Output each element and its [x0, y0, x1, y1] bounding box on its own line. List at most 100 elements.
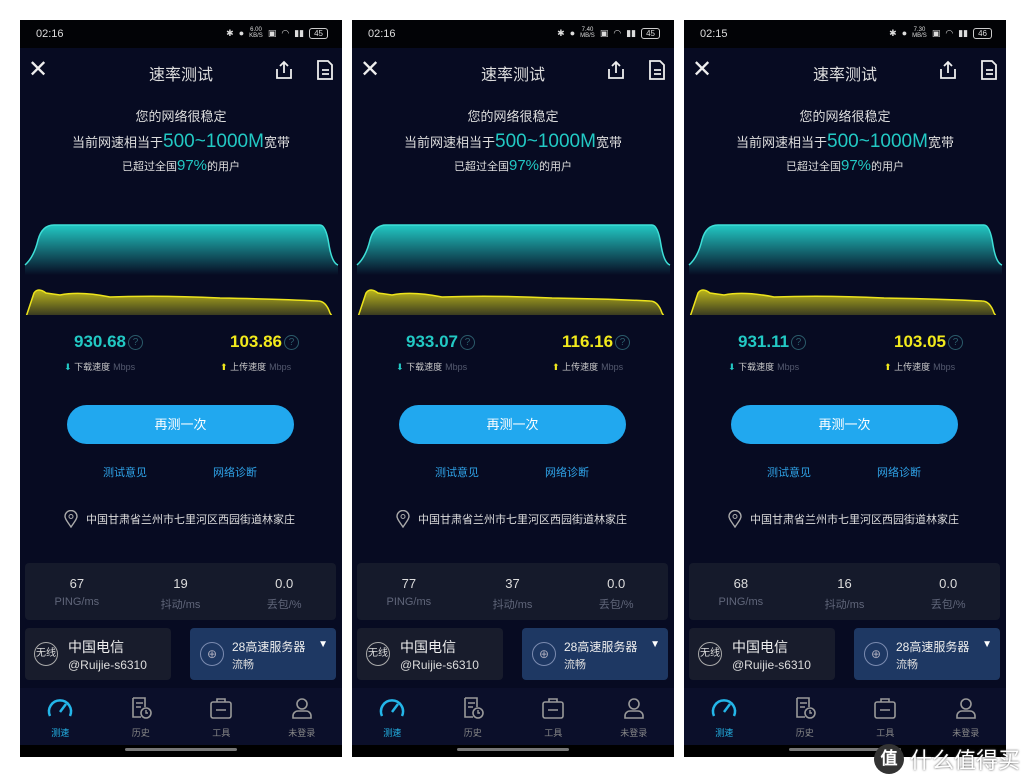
connection-card: 无线 中国电信 @Ruijie-s6310	[25, 628, 171, 680]
ranking-text: 已超过全国97%的用户	[684, 157, 1006, 174]
user-icon	[291, 698, 312, 719]
help-icon[interactable]: ?	[948, 335, 963, 350]
jitter-label: 抖动/ms	[160, 599, 201, 611]
caret-down-icon: ▼	[650, 639, 660, 650]
signal-icon: ▮▮	[958, 27, 969, 38]
home-indicator[interactable]	[125, 748, 237, 751]
jitter-value: 16	[837, 576, 852, 591]
help-icon[interactable]: ?	[128, 335, 143, 350]
nav-account[interactable]: 未登录	[926, 688, 1007, 745]
download-wave	[689, 225, 1002, 275]
jitter-stat: 37 抖动/ms	[461, 563, 565, 620]
equiv-suffix: 宽带	[263, 135, 290, 150]
jitter-stat: 19 抖动/ms	[129, 563, 233, 620]
report-icon[interactable]	[648, 60, 666, 80]
help-icon[interactable]: ?	[791, 335, 807, 350]
wifi-ssid: @Ruijie-s6310	[732, 658, 811, 672]
retest-button[interactable]: 再测一次	[399, 405, 626, 444]
nav-history[interactable]: 历史	[765, 688, 846, 745]
nav-label: 测速	[715, 728, 734, 738]
equiv-value: 500~1000M	[495, 131, 596, 152]
nav-tools[interactable]: 工具	[513, 688, 594, 745]
stability-text: 您的网络很稳定	[799, 109, 891, 124]
home-indicator[interactable]	[457, 748, 569, 751]
carrier-name: 中国电信	[400, 639, 456, 655]
speed-waveform	[688, 224, 1003, 315]
ping-value: 77	[401, 576, 417, 591]
loss-value: 0.0	[607, 576, 626, 591]
status-time: 02:16	[36, 28, 64, 40]
nav-label: 未登录	[952, 728, 980, 738]
globe-icon: ⊕	[864, 642, 888, 666]
location-pin-icon	[728, 510, 742, 528]
location-icon: ●	[238, 28, 245, 38]
nav-history[interactable]: 历史	[101, 688, 182, 745]
arrow-down-icon: ⬇	[64, 362, 72, 372]
server-selector[interactable]: ⊕ 28高速服务器 流畅 ▼	[854, 628, 1000, 680]
wifi-ssid: @Ruijie-s6310	[400, 658, 479, 672]
share-icon[interactable]	[606, 60, 626, 80]
arrow-up-icon: ⬆	[220, 362, 228, 372]
feedback-link[interactable]: 测试意见	[103, 464, 147, 480]
diagnose-link[interactable]: 网络诊断	[877, 464, 921, 480]
nav-tools[interactable]: 工具	[181, 688, 262, 745]
loss-label: 丢包/%	[266, 599, 302, 611]
upload-value: 103.86	[230, 332, 282, 351]
phone-screen: 02:16 ✱ ● 7.40 MB/S ▣ ◠ ▮▮ 45 ✕ 速率测试 您的网络…	[352, 20, 674, 757]
battery-icon: 46	[973, 27, 992, 39]
upload-speed: 103.86?	[230, 332, 299, 352]
nav-account[interactable]: 未登录	[262, 688, 343, 745]
wifi-ssid: @Ruijie-s6310	[68, 658, 147, 672]
help-icon[interactable]: ?	[615, 335, 631, 350]
download-unit: Mbps	[445, 362, 468, 372]
phone-screen: 02:16 ✱ ● 6.00 KB/S ▣ ◠ ▮▮ 45 ✕ 速率测试 您的网络…	[20, 20, 342, 757]
nav-account[interactable]: 未登录	[594, 688, 675, 745]
download-label: ⬇ 下载速度 Mbps	[728, 360, 799, 373]
toolbox-icon	[210, 698, 233, 719]
share-icon[interactable]	[938, 60, 958, 80]
hd-icon: ▣	[599, 27, 609, 38]
upload-label-text: 上传速度	[230, 362, 267, 372]
help-icon[interactable]: ?	[460, 335, 475, 350]
bandwidth-equivalent: 当前网速相当于500~1000M宽带	[20, 131, 342, 153]
server-name: 28高速服务器	[232, 640, 306, 654]
jitter-stat: 16 抖动/ms	[793, 563, 897, 620]
network-speed: 7.30 MB/S	[912, 27, 927, 39]
retest-button[interactable]: 再测一次	[731, 405, 958, 444]
nav-speedtest[interactable]: 测速	[684, 688, 765, 745]
globe-icon: ⊕	[532, 642, 556, 666]
server-selector[interactable]: ⊕ 28高速服务器 流畅 ▼	[522, 628, 668, 680]
nav-speedtest[interactable]: 测速	[20, 688, 101, 745]
feedback-link[interactable]: 测试意见	[767, 464, 811, 480]
server-name: 28高速服务器	[564, 640, 638, 654]
wireless-badge: 无线	[34, 642, 58, 666]
location-icon: ●	[569, 28, 576, 38]
report-icon[interactable]	[316, 60, 334, 80]
nav-speedtest[interactable]: 测速	[352, 688, 433, 745]
status-time: 02:16	[368, 28, 396, 40]
ping-stat: 67 PING/ms	[25, 563, 129, 620]
diagnose-link[interactable]: 网络诊断	[545, 464, 589, 480]
wifi-icon: ◠	[945, 27, 954, 38]
speedometer-icon	[380, 699, 405, 717]
retest-button[interactable]: 再测一次	[67, 405, 294, 444]
battery-icon: 45	[309, 27, 328, 39]
battery-icon: 45	[641, 27, 660, 39]
speed-waveform	[24, 224, 339, 315]
help-icon[interactable]: ?	[284, 335, 299, 350]
loss-stat: 0.0 丢包/%	[232, 563, 336, 620]
location-pin-icon	[396, 510, 410, 528]
nav-label: 未登录	[620, 728, 648, 738]
beat-prefix: 已超过全国	[453, 161, 509, 173]
share-icon[interactable]	[274, 60, 294, 80]
download-unit: Mbps	[777, 362, 800, 372]
nav-history[interactable]: 历史	[433, 688, 514, 745]
network-stats: 67 PING/ms 19 抖动/ms 0.0 丢包/%	[25, 563, 336, 620]
watermark-text: 什么值得买	[909, 748, 1020, 773]
diagnose-link[interactable]: 网络诊断	[213, 464, 257, 480]
feedback-link[interactable]: 测试意见	[435, 464, 479, 480]
report-icon[interactable]	[980, 60, 998, 80]
nav-tools[interactable]: 工具	[845, 688, 926, 745]
server-selector[interactable]: ⊕ 28高速服务器 流畅 ▼	[190, 628, 336, 680]
caret-down-icon: ▼	[318, 639, 328, 650]
